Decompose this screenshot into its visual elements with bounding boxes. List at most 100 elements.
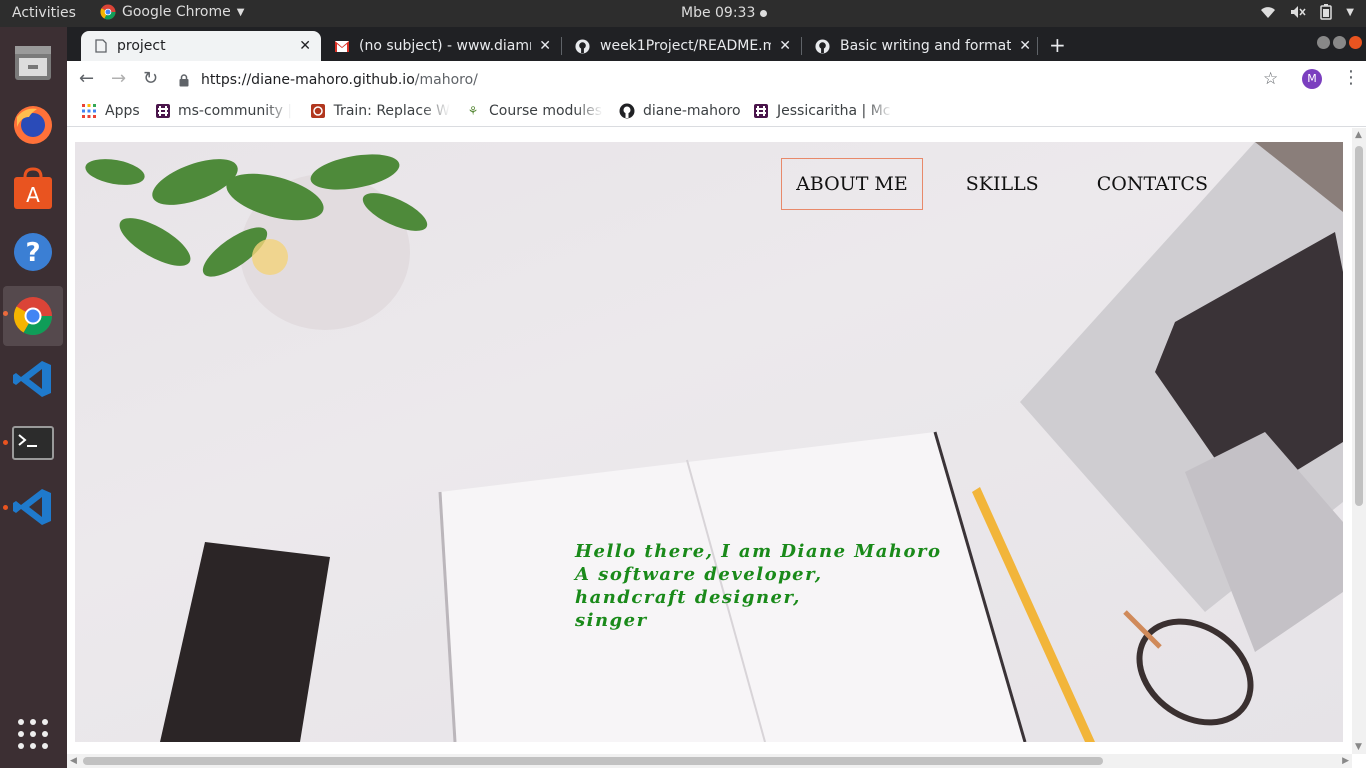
back-arrow-icon[interactable]: ← [79, 68, 94, 89]
tab-title: week1Project/README.m [600, 38, 772, 54]
tab-strip: project ✕ (no subject) - www.diamn ✕ wee… [67, 27, 1366, 61]
nav-about-me[interactable]: ABOUT ME [781, 158, 923, 210]
tab-gmail[interactable]: (no subject) - www.diamn ✕ [321, 31, 561, 61]
kebab-menu-icon[interactable]: ⋮ [1342, 67, 1360, 88]
dock-chrome[interactable] [3, 286, 63, 346]
nav-contacts[interactable]: CONTATCS [1082, 158, 1223, 210]
svg-text:A: A [26, 183, 40, 207]
dock-firefox[interactable] [3, 95, 63, 155]
bookmark-course-modules[interactable]: ⚘ Course modules [465, 103, 603, 119]
bookmark-train-replace[interactable]: Train: Replace W [310, 103, 450, 119]
tab-title: Basic writing and formatt [840, 38, 1012, 54]
bookmarks-bar: Apps ms-community | Train: Replace W ⚘ C… [67, 97, 1366, 127]
vscode-icon [13, 489, 51, 525]
terminal-icon [12, 426, 54, 460]
horizontal-scrollbar[interactable]: ◀ ▶ [67, 754, 1352, 768]
intro-line: A software developer, [575, 564, 823, 585]
chrome-icon [13, 297, 53, 336]
lock-icon[interactable] [179, 73, 189, 87]
url-host: https://diane-mahoro.github.io [201, 72, 415, 88]
app-menu[interactable]: Google Chrome ▼ [100, 4, 244, 20]
activities-button[interactable]: Activities [12, 5, 76, 21]
site-nav: ABOUT ME SKILLS CONTATCS [781, 158, 1223, 210]
tab-readme[interactable]: week1Project/README.m ✕ [561, 31, 801, 61]
window-controls [1317, 36, 1362, 49]
help-icon: ? [14, 233, 52, 271]
svg-text:?: ? [25, 238, 40, 268]
dock-files[interactable] [3, 32, 63, 92]
show-applications-button[interactable] [3, 704, 63, 764]
bookmark-label: ms-community | [178, 103, 292, 119]
browser-toolbar: ← → ↻ https://diane-mahoro.github.io/mah… [67, 61, 1366, 97]
minimize-icon[interactable] [1317, 36, 1330, 49]
dock-vscode[interactable] [3, 349, 63, 409]
url-path: /mahoro/ [414, 72, 478, 88]
gmail-icon [335, 40, 349, 52]
bookmark-diane-mahoro[interactable]: diane-mahoro [619, 103, 741, 119]
close-icon[interactable]: ✕ [1019, 38, 1031, 54]
github-icon [575, 38, 590, 54]
vscode-icon [13, 361, 51, 397]
tab-title: project [117, 38, 166, 54]
bookmark-label: Apps [105, 103, 140, 119]
page-icon [95, 39, 107, 53]
bookmark-label: diane-mahoro [643, 103, 741, 119]
maximize-icon[interactable] [1333, 36, 1346, 49]
intro-text: Hello there, I am Diane Mahoro A softwar… [575, 540, 941, 632]
scrollbar-thumb[interactable] [83, 757, 1103, 765]
system-top-bar: Activities Google Chrome ▼ Mbe 09:33 ▼ [0, 0, 1366, 27]
profile-avatar[interactable]: M [1302, 69, 1322, 89]
slack-icon [753, 103, 769, 119]
chrome-small-icon [100, 4, 116, 20]
scroll-down-icon[interactable]: ▼ [1355, 742, 1362, 752]
plant-icon: ⚘ [467, 104, 479, 118]
reload-icon[interactable]: ↻ [143, 68, 158, 89]
tab-separator [1037, 37, 1038, 55]
slack-icon [156, 103, 170, 119]
notification-dot-icon [760, 9, 768, 17]
chevron-down-icon: ▼ [236, 6, 245, 18]
bookmark-label: Course modules [489, 103, 603, 119]
firefox-icon [14, 106, 52, 144]
chrome-window: project ✕ (no subject) - www.diamn ✕ wee… [67, 27, 1366, 768]
launcher-dock: A ? [0, 27, 67, 768]
github-icon [815, 38, 830, 54]
bookmark-apps[interactable]: Apps [81, 103, 140, 119]
forward-arrow-icon[interactable]: → [111, 68, 126, 89]
close-icon[interactable]: ✕ [779, 38, 791, 54]
tab-title: (no subject) - www.diamn [359, 38, 532, 54]
tab-project[interactable]: project ✕ [81, 31, 321, 61]
clock[interactable]: Mbe 09:33 [681, 5, 768, 21]
desk-background-image [85, 142, 1343, 742]
page-viewport: ABOUT ME SKILLS CONTATCS Hello there, I … [67, 128, 1366, 768]
window-close-icon[interactable] [1349, 36, 1362, 49]
software-center-icon: A [14, 167, 52, 209]
dock-software[interactable]: A [3, 159, 63, 219]
bookmark-star-icon[interactable]: ☆ [1263, 69, 1278, 89]
files-icon [15, 46, 51, 80]
show-apps-icon [18, 719, 48, 749]
new-tab-button[interactable]: + [1049, 33, 1066, 57]
nav-skills[interactable]: SKILLS [951, 158, 1054, 210]
address-bar[interactable]: https://diane-mahoro.github.io/mahoro/ [179, 65, 1259, 95]
dock-terminal[interactable] [3, 413, 63, 473]
vertical-scrollbar[interactable]: ▲ ▼ [1352, 128, 1366, 754]
close-icon[interactable]: ✕ [299, 38, 311, 54]
intro-line: Hello there, I am Diane Mahoro [575, 541, 942, 562]
close-icon[interactable]: ✕ [539, 38, 551, 54]
dock-vscode-2[interactable] [3, 477, 63, 537]
intro-line: singer [575, 610, 648, 631]
chevron-down-icon: ▼ [1346, 6, 1354, 18]
bookmark-jessicaritha[interactable]: Jessicaritha | Mc [753, 103, 893, 119]
bookmark-label: Jessicaritha | Mc [777, 103, 891, 119]
scroll-right-icon[interactable]: ▶ [1342, 756, 1349, 766]
clock-label: Mbe 09:33 [681, 5, 756, 21]
tab-basic-writing[interactable]: Basic writing and formatt ✕ [801, 31, 1041, 61]
scrollbar-thumb[interactable] [1355, 146, 1363, 506]
scroll-up-icon[interactable]: ▲ [1355, 130, 1362, 140]
bookmark-ms-community[interactable]: ms-community | [156, 103, 292, 119]
dock-help[interactable]: ? [3, 222, 63, 282]
app-menu-label: Google Chrome [122, 4, 231, 20]
system-tray[interactable]: ▼ [1260, 4, 1354, 20]
scroll-left-icon[interactable]: ◀ [70, 756, 77, 766]
